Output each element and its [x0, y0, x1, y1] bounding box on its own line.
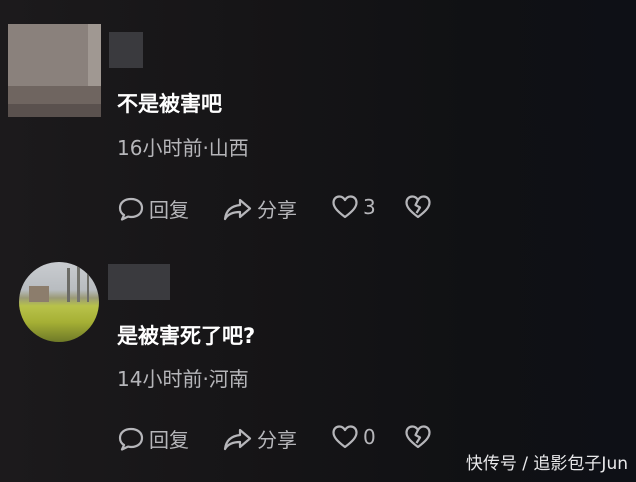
dislike-button[interactable] [404, 194, 432, 220]
share-arrow-icon [222, 196, 254, 222]
like-count: 0 [363, 425, 376, 449]
dislike-button[interactable] [404, 424, 432, 450]
username-redacted[interactable] [108, 264, 170, 300]
comment-bubble-icon [117, 196, 145, 222]
avatar[interactable] [19, 262, 99, 342]
share-button[interactable]: 分享 [222, 424, 297, 453]
heart-icon [331, 194, 359, 220]
like-button[interactable]: 3 [331, 194, 376, 220]
comment-text: 是被害死了吧? [117, 324, 256, 348]
comment-text: 不是被害吧 [117, 92, 222, 116]
share-arrow-icon [222, 426, 254, 452]
comment-bubble-icon [117, 426, 145, 452]
share-button[interactable]: 分享 [222, 194, 297, 223]
like-count: 3 [363, 195, 376, 219]
avatar-block [8, 86, 101, 104]
reply-label: 回复 [149, 198, 189, 222]
reply-button[interactable]: 回复 [117, 424, 189, 453]
share-label: 分享 [257, 198, 297, 222]
avatar[interactable] [8, 24, 101, 117]
reply-button[interactable]: 回复 [117, 194, 189, 223]
broken-heart-icon [404, 194, 432, 220]
watermark: 快传号 / 追影包子Jun [465, 454, 628, 474]
comment-meta: 16小时前·山西 [117, 136, 249, 160]
share-label: 分享 [257, 428, 297, 452]
avatar-detail [29, 286, 49, 302]
like-button[interactable]: 0 [331, 424, 376, 450]
username-redacted[interactable] [109, 32, 143, 68]
avatar-detail [77, 266, 80, 302]
reply-label: 回复 [149, 428, 189, 452]
heart-icon [331, 424, 359, 450]
broken-heart-icon [404, 424, 432, 450]
avatar-detail [67, 268, 70, 302]
avatar-detail [87, 270, 89, 302]
avatar-block [8, 104, 101, 117]
comment-meta: 14小时前·河南 [117, 367, 249, 391]
